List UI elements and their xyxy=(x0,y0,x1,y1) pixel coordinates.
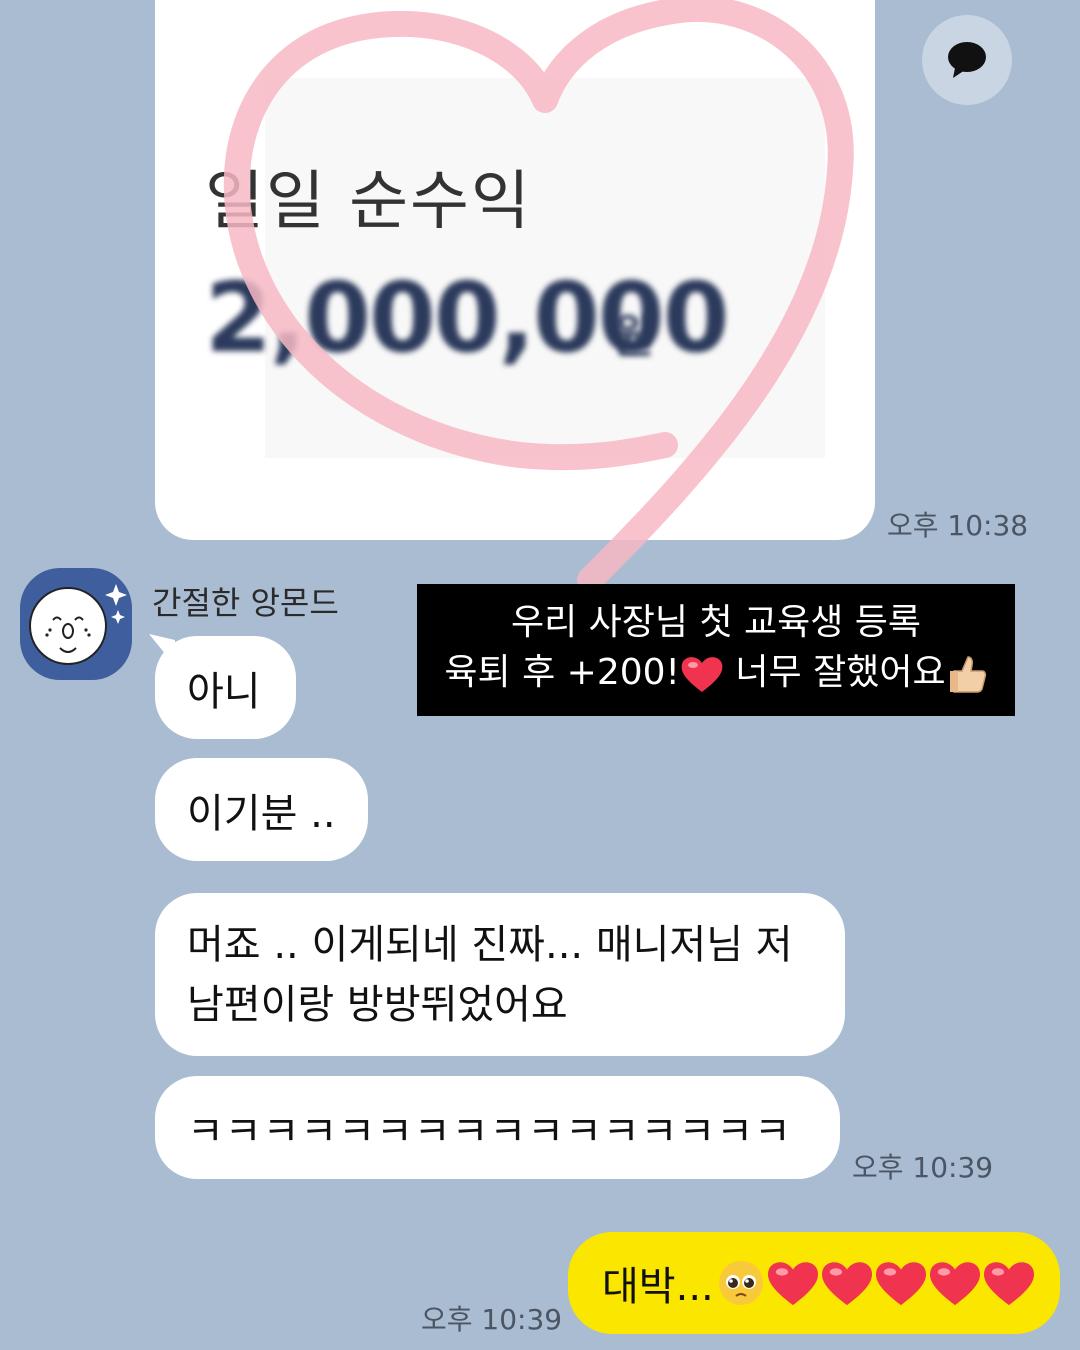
image-unit: 원 xyxy=(612,309,655,363)
heart-icon xyxy=(929,1262,980,1306)
chat-bubble-icon xyxy=(948,42,986,78)
message-bubble[interactable]: 아니 xyxy=(155,636,296,739)
my-message-text: 대박... xyxy=(602,1264,714,1310)
caption-overlay: 우리 사장님 첫 교육생 등록 육퇴 후 +200! 너무 잘했어요 xyxy=(417,584,1015,716)
message-bubble[interactable]: 머죠 .. 이게되네 진짜... 매니저님 저 남편이랑 방방뛰었어요 xyxy=(155,893,845,1056)
message-timestamp: 오후 10:39 xyxy=(852,1151,994,1184)
chat-bubble-button[interactable] xyxy=(922,15,1012,105)
image-title: 일일 순수익 xyxy=(205,165,532,239)
sticker-face-icon xyxy=(29,584,127,665)
heart-icon xyxy=(875,1262,926,1306)
pleading-face-icon xyxy=(718,1261,763,1305)
heart-icon xyxy=(983,1262,1034,1306)
caption-line-1: 우리 사장님 첫 교육생 등록 xyxy=(510,602,922,643)
heart-icon xyxy=(681,657,723,692)
sender-name: 간절한 앙몬드 xyxy=(152,584,339,622)
heart-icon xyxy=(767,1262,818,1306)
image-timestamp: 오후 10:38 xyxy=(887,509,1029,542)
my-message-bubble[interactable]: 대박... xyxy=(568,1232,1060,1334)
emoji-row xyxy=(716,1258,1036,1308)
caption-line-2-text: 육퇴 후 +200! xyxy=(444,652,680,693)
thumbs-up-icon xyxy=(949,656,986,693)
caption-line-2-suffix: 너무 잘했어요 xyxy=(723,652,946,693)
avatar[interactable] xyxy=(20,568,132,680)
message-bubble[interactable]: ㅋㅋㅋㅋㅋㅋㅋㅋㅋㅋㅋㅋㅋㅋㅋㅋ xyxy=(155,1076,840,1179)
caption-line-2: 육퇴 후 +200! 너무 잘했어요 xyxy=(417,648,1015,698)
my-message-timestamp: 오후 10:39 xyxy=(421,1303,563,1336)
message-bubble[interactable]: 이기분 .. xyxy=(155,758,368,861)
heart-icon xyxy=(821,1262,872,1306)
